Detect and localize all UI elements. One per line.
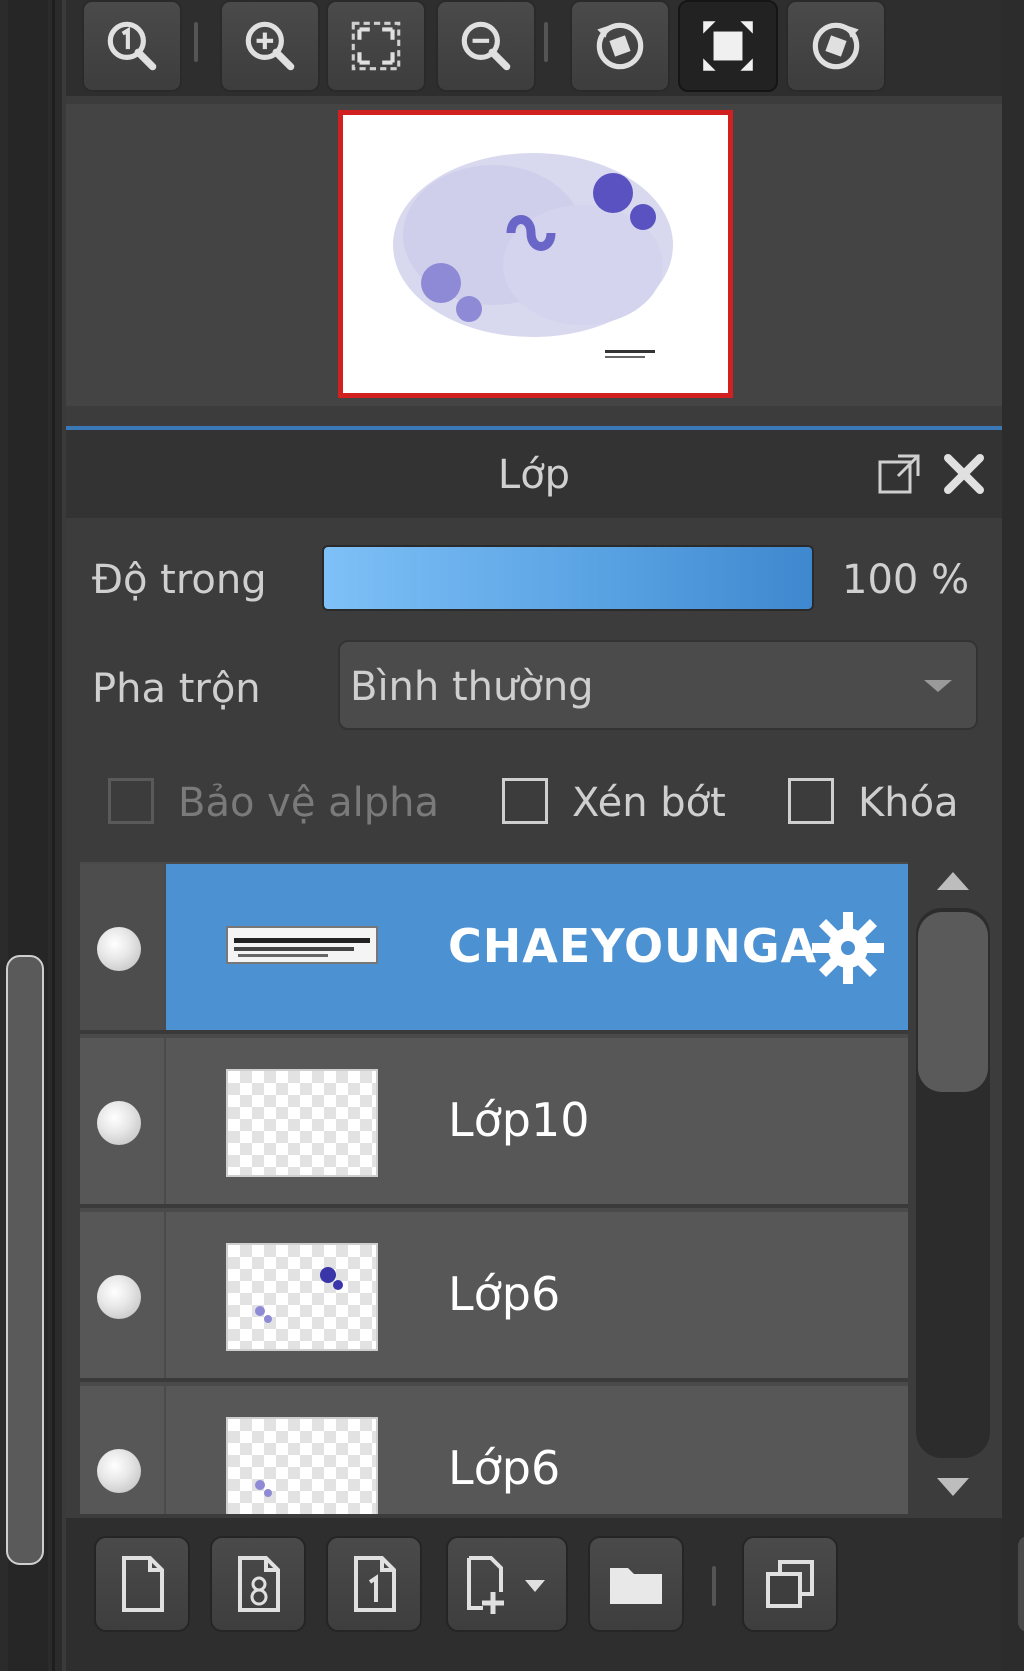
scroll-up-icon[interactable] bbox=[937, 872, 969, 890]
fullscreen-icon bbox=[703, 21, 753, 71]
scroll-thumb[interactable] bbox=[918, 912, 988, 1092]
new-8bit-layer-icon bbox=[238, 1556, 280, 1612]
layer-thumbnail bbox=[226, 1417, 378, 1514]
layer-row[interactable]: Lớp10 bbox=[80, 1038, 908, 1208]
lock-label: Khóa bbox=[858, 780, 959, 826]
bottom-toolbar-scroll-handle[interactable] bbox=[1018, 1536, 1024, 1632]
new-8bit-layer-button[interactable] bbox=[210, 1536, 306, 1632]
new-1bit-layer-button[interactable] bbox=[326, 1536, 422, 1632]
layer-panel-header: Lớp bbox=[66, 430, 1002, 518]
text-layer-preview bbox=[234, 938, 370, 957]
layer-thumbnail-content bbox=[255, 1267, 343, 1323]
layer-thumbnail bbox=[226, 1069, 378, 1177]
visibility-column bbox=[80, 864, 166, 1030]
new-layer-icon bbox=[122, 1556, 164, 1612]
close-icon[interactable] bbox=[938, 448, 990, 500]
zoom-actual-size-button[interactable] bbox=[82, 0, 182, 92]
new-folder-icon bbox=[610, 1568, 662, 1604]
view-toolbar bbox=[66, 0, 1002, 96]
new-layer-button[interactable] bbox=[94, 1536, 190, 1632]
lock-checkbox[interactable] bbox=[788, 778, 834, 824]
popout-icon[interactable] bbox=[874, 448, 926, 500]
clipping-checkbox[interactable] bbox=[502, 778, 548, 824]
visibility-toggle[interactable] bbox=[97, 927, 141, 971]
visibility-toggle[interactable] bbox=[97, 1101, 141, 1145]
layer-actions-toolbar bbox=[66, 1518, 1024, 1671]
canvas-preview-image bbox=[393, 153, 673, 358]
rotate-right-icon bbox=[812, 22, 860, 70]
chevron-down-icon bbox=[924, 680, 952, 692]
visibility-toggle[interactable] bbox=[97, 1449, 141, 1493]
blend-mode-label: Pha trộn bbox=[92, 666, 261, 712]
clipping-label: Xén bớt bbox=[572, 780, 726, 826]
right-edge bbox=[1002, 0, 1024, 1671]
layer-row[interactable]: Lớp6 bbox=[80, 1212, 908, 1382]
layer-thumbnail bbox=[226, 926, 378, 964]
gear-icon bbox=[812, 912, 884, 984]
duplicate-layer-icon bbox=[766, 1560, 814, 1608]
visibility-column bbox=[80, 1386, 166, 1514]
rotate-left-icon bbox=[596, 22, 644, 70]
layer-name: Lớp6 bbox=[448, 1267, 561, 1321]
zoom-out-icon bbox=[461, 21, 511, 71]
zoom-actual-size-icon bbox=[107, 21, 157, 71]
visibility-toggle[interactable] bbox=[97, 1275, 141, 1319]
visibility-column bbox=[80, 1212, 166, 1378]
opacity-slider[interactable] bbox=[322, 545, 814, 611]
layer-name: CHAEYOUNGA bbox=[448, 919, 818, 973]
fit-to-window-button[interactable] bbox=[326, 0, 426, 92]
zoom-out-button[interactable] bbox=[436, 0, 536, 92]
protect-alpha-label: Bảo vệ alpha bbox=[178, 780, 440, 826]
navigator-preview[interactable] bbox=[338, 110, 733, 398]
fit-to-window-icon bbox=[351, 21, 401, 71]
layer-list: CHAEYOUNGA Lớp10 Lớp6 Lớp6 bbox=[80, 862, 908, 1514]
rotate-left-button[interactable] bbox=[570, 0, 670, 92]
new-folder-button[interactable] bbox=[588, 1536, 684, 1632]
scroll-down-icon[interactable] bbox=[937, 1478, 969, 1496]
layer-row[interactable]: Lớp6 bbox=[80, 1386, 908, 1514]
left-scroll-strip bbox=[0, 0, 62, 1671]
layer-row[interactable]: CHAEYOUNGA bbox=[80, 864, 908, 1034]
layer-name: Lớp10 bbox=[448, 1093, 590, 1147]
layer-thumbnail-content bbox=[255, 1480, 272, 1497]
new-1bit-layer-icon bbox=[354, 1556, 396, 1612]
visibility-column bbox=[80, 1038, 166, 1204]
layer-list-scrollbar bbox=[912, 862, 994, 1514]
left-scroll-thumb[interactable] bbox=[6, 955, 44, 1565]
toolbar-separator bbox=[544, 22, 548, 62]
toolbar-separator bbox=[712, 1566, 716, 1606]
opacity-label: Độ trong bbox=[92, 557, 267, 603]
blend-mode-select[interactable]: Bình thường bbox=[338, 640, 978, 730]
zoom-in-icon bbox=[245, 21, 295, 71]
left-divider bbox=[52, 0, 55, 1671]
zoom-in-button[interactable] bbox=[220, 0, 320, 92]
duplicate-layer-button[interactable] bbox=[742, 1536, 838, 1632]
rotate-right-button[interactable] bbox=[786, 0, 886, 92]
add-layer-dropdown-icon bbox=[467, 1556, 545, 1614]
blend-mode-value: Bình thường bbox=[350, 664, 594, 710]
add-layer-dropdown-button[interactable] bbox=[446, 1536, 568, 1632]
layer-name: Lớp6 bbox=[448, 1441, 561, 1495]
layer-panel-title: Lớp bbox=[497, 452, 571, 498]
toolbar-separator bbox=[194, 22, 198, 62]
layer-thumbnail bbox=[226, 1243, 378, 1351]
protect-alpha-checkbox[interactable] bbox=[108, 778, 154, 824]
fullscreen-button[interactable] bbox=[678, 0, 778, 92]
opacity-value: 100 % bbox=[842, 557, 970, 603]
